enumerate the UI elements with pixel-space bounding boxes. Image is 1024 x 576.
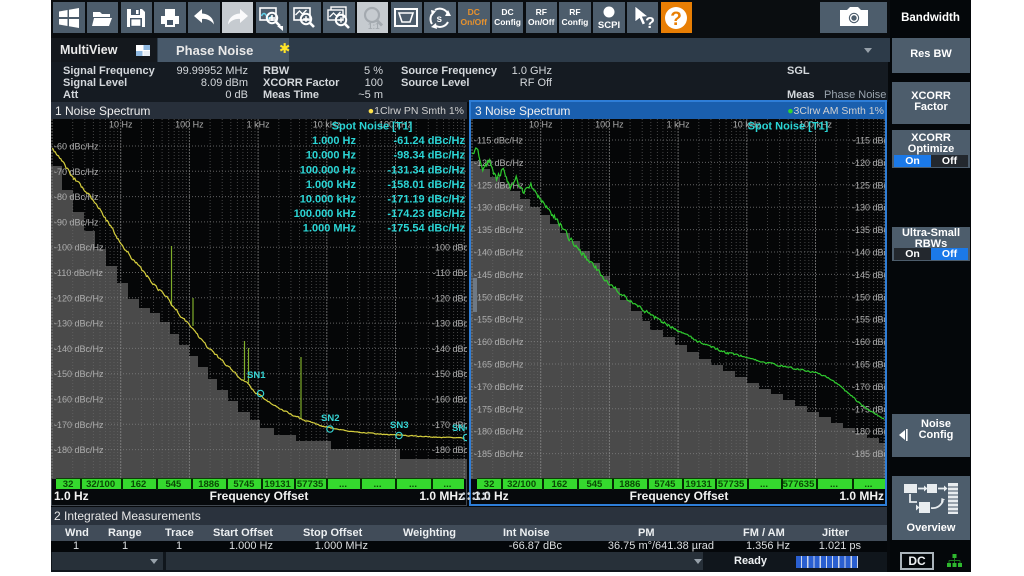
svg-text:-98.34 dBc/Hz: -98.34 dBc/Hz	[393, 150, 465, 162]
svg-text:-155 dBc/Hz: -155 dBc/Hz	[474, 315, 524, 325]
svg-text:-100 dBc/Hz: -100 dBc/Hz	[54, 243, 104, 253]
svg-text:-120 dBc: -120 dBc	[852, 158, 887, 168]
svg-text:1.000 MHz: 1.000 MHz	[303, 223, 357, 235]
svg-text:-160 dBc/Hz: -160 dBc/Hz	[54, 395, 104, 405]
svg-text:-120 dBc: -120 dBc	[432, 293, 467, 303]
svg-text:-145 dBc/Hz: -145 dBc/Hz	[474, 270, 524, 280]
svg-text:-100 dBc: -100 dBc	[432, 243, 467, 253]
svg-text:-185 dBc: -185 dBc	[852, 449, 887, 459]
svg-text:-170 dBc: -170 dBc	[852, 382, 887, 392]
svg-text:-145 dBc: -145 dBc	[852, 270, 887, 280]
svg-text:SN2: SN2	[321, 413, 339, 424]
svg-text:-175.54 dBc/Hz: -175.54 dBc/Hz	[387, 223, 465, 235]
svg-text:-174.23 dBc/Hz: -174.23 dBc/Hz	[387, 208, 465, 220]
svg-text:-165 dBc/Hz: -165 dBc/Hz	[474, 360, 524, 370]
svg-text:-180 dBc: -180 dBc	[852, 427, 887, 437]
svg-text:-110 dBc/Hz: -110 dBc/Hz	[54, 268, 103, 278]
svg-text:1 kHz: 1 kHz	[247, 120, 271, 130]
svg-text:-120 dBc/Hz: -120 dBc/Hz	[54, 293, 104, 303]
svg-text:-150 dBc/Hz: -150 dBc/Hz	[54, 369, 104, 379]
svg-text:-175 dBc: -175 dBc	[852, 404, 887, 414]
svg-text:-175 dBc/Hz: -175 dBc/Hz	[474, 404, 524, 414]
svg-text:-115 dBc/Hz: -115 dBc/Hz	[474, 136, 523, 146]
svg-text:-170 dBc/Hz: -170 dBc/Hz	[474, 382, 524, 392]
svg-text:-180 dBc/Hz: -180 dBc/Hz	[54, 445, 104, 455]
svg-text:-180 dBc/Hz: -180 dBc/Hz	[474, 427, 524, 437]
svg-text:SCPI: SCPI	[598, 20, 620, 31]
svg-text:100 Hz: 100 Hz	[175, 120, 204, 130]
svg-text:-130 dBc: -130 dBc	[852, 203, 887, 213]
svg-text:-130 dBc: -130 dBc	[432, 319, 467, 329]
svg-text:10 Hz: 10 Hz	[109, 120, 133, 130]
svg-text:100 Hz: 100 Hz	[595, 120, 624, 130]
svg-text:-170 dBc/Hz: -170 dBc/Hz	[54, 420, 104, 430]
svg-text:-125 dBc: -125 dBc	[852, 180, 887, 190]
svg-text:-61.24 dBc/Hz: -61.24 dBc/Hz	[393, 135, 465, 147]
svg-text:-140 dBc/Hz: -140 dBc/Hz	[54, 344, 104, 354]
svg-text:-131.34 dBc/Hz: -131.34 dBc/Hz	[387, 164, 465, 176]
svg-text:1.000 Hz: 1.000 Hz	[312, 135, 357, 147]
svg-text:SN1: SN1	[247, 370, 266, 381]
svg-text:s: s	[436, 14, 442, 25]
svg-text:-150 dBc: -150 dBc	[852, 292, 887, 302]
svg-text:-160 dBc: -160 dBc	[852, 337, 887, 347]
svg-text:-155 dBc: -155 dBc	[852, 315, 887, 325]
svg-text:-160 dBc/Hz: -160 dBc/Hz	[474, 337, 524, 347]
svg-text:-150 dBc/Hz: -150 dBc/Hz	[474, 292, 524, 302]
svg-text:-140 dBc/Hz: -140 dBc/Hz	[474, 248, 524, 258]
svg-text:10.000 Hz: 10.000 Hz	[306, 150, 357, 162]
svg-text:SN3: SN3	[390, 420, 408, 431]
svg-text:SN4: SN4	[452, 423, 467, 434]
svg-text:-180 dBc: -180 dBc	[432, 445, 467, 455]
svg-text:-125 dBc/Hz: -125 dBc/Hz	[474, 180, 524, 190]
svg-text:-158.01 dBc/Hz: -158.01 dBc/Hz	[387, 179, 465, 191]
svg-text:Spot Noise [T1]: Spot Noise [T1]	[332, 121, 413, 133]
svg-text:-60 dBc/Hz: -60 dBc/Hz	[54, 142, 99, 152]
svg-text:10.000 kHz: 10.000 kHz	[300, 193, 357, 205]
svg-text:?: ?	[670, 9, 682, 30]
svg-text:-135 dBc/Hz: -135 dBc/Hz	[474, 225, 524, 235]
svg-text:-115 dBc: -115 dBc	[853, 136, 887, 146]
svg-text:-80 dBc/Hz: -80 dBc/Hz	[54, 192, 99, 202]
svg-text:-130 dBc/Hz: -130 dBc/Hz	[474, 203, 524, 213]
svg-text:-70 dBc/Hz: -70 dBc/Hz	[54, 167, 99, 177]
svg-text:-160 dBc: -160 dBc	[432, 395, 467, 405]
svg-text:-135 dBc: -135 dBc	[852, 225, 887, 235]
svg-text:-130 dBc/Hz: -130 dBc/Hz	[54, 319, 104, 329]
svg-text:-140 dBc: -140 dBc	[852, 248, 887, 258]
svg-text:?: ?	[645, 15, 655, 32]
svg-text:-90 dBc/Hz: -90 dBc/Hz	[54, 217, 99, 227]
svg-text:1 kHz: 1 kHz	[667, 120, 691, 130]
svg-text:-165 dBc: -165 dBc	[852, 360, 887, 370]
svg-text:-110 dBc: -110 dBc	[433, 268, 467, 278]
svg-text:Spot Noise [T1]: Spot Noise [T1]	[748, 121, 829, 133]
svg-text:-140 dBc: -140 dBc	[432, 344, 467, 354]
svg-text:1.000 kHz: 1.000 kHz	[306, 179, 357, 191]
svg-text:100.000 kHz: 100.000 kHz	[294, 208, 357, 220]
svg-text:-185 dBc/Hz: -185 dBc/Hz	[474, 449, 524, 459]
svg-text:1:1: 1:1	[368, 22, 380, 31]
svg-text:10 Hz: 10 Hz	[529, 120, 553, 130]
svg-text:100.000 Hz: 100.000 Hz	[300, 164, 357, 176]
svg-text:-150 dBc: -150 dBc	[432, 369, 467, 379]
svg-text:-171.19 dBc/Hz: -171.19 dBc/Hz	[387, 193, 465, 205]
